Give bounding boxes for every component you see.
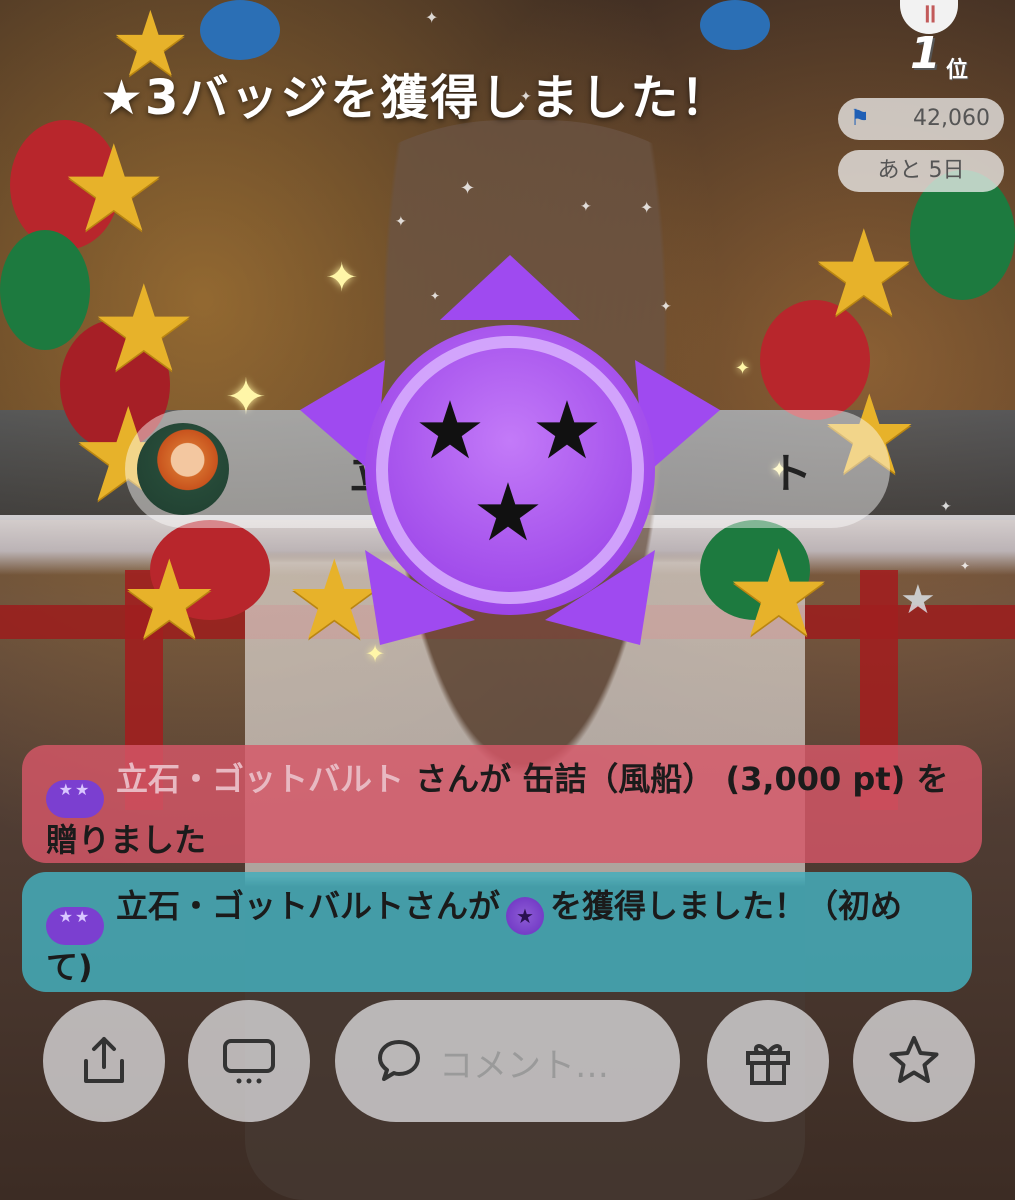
gift-button[interactable] xyxy=(707,1000,829,1122)
badge-star: ★ xyxy=(531,384,603,477)
star-icon xyxy=(889,1036,939,1083)
badge-earned-title: ★3バッジを獲得しました！ xyxy=(100,70,731,126)
gift-icon xyxy=(746,1044,790,1085)
snow-sparkle: ✦ xyxy=(425,8,439,27)
gift-message: ★★ 立石・ゴットバルト さんが 缶詰（風船） (3,000 pt) を贈りました xyxy=(22,745,982,863)
three-star-badge-icon: ★ ★ ★ xyxy=(300,255,720,645)
comment-input[interactable]: コメント… xyxy=(335,1000,680,1122)
purple-badge-icon: ★ xyxy=(506,897,545,935)
share-button[interactable] xyxy=(43,1000,165,1122)
user-badge-icon: ★★ xyxy=(46,780,104,818)
rank-number: 1 xyxy=(910,28,941,79)
balloon-decoration xyxy=(200,0,280,60)
screen-icon xyxy=(223,1039,275,1084)
badge-star: ★ xyxy=(414,384,486,477)
comment-placeholder: コメント… xyxy=(439,1046,609,1086)
star-decoration: ★ xyxy=(90,260,198,399)
comment-bubble-icon xyxy=(378,1040,420,1081)
snow-sparkle: ✦ xyxy=(940,499,952,515)
star-button[interactable] xyxy=(853,1000,975,1122)
points-pill: ⚑ 42,060 xyxy=(838,98,1004,140)
star-decoration: ★ xyxy=(810,205,918,344)
rank-indicator: 1 位 xyxy=(910,28,980,88)
screen-button[interactable] xyxy=(188,1000,310,1122)
share-icon xyxy=(84,1037,124,1083)
message-username[interactable]: 立石・ゴットバルト xyxy=(116,760,404,798)
user-badge-icon: ★★ xyxy=(46,907,104,945)
flag-icon: ⚑ xyxy=(850,106,870,131)
sparkle-icon: ✦ xyxy=(735,358,751,379)
snow-sparkle: ✦ xyxy=(640,198,654,217)
star-decoration: ★ xyxy=(120,536,219,664)
snow-sparkle: ✦ xyxy=(960,559,971,573)
snow-sparkle: ✦ xyxy=(395,214,407,230)
remaining-days-pill: あと 5日 xyxy=(838,150,1004,192)
badge-star: ★ xyxy=(472,466,544,559)
balloon-decoration xyxy=(700,0,770,50)
star-decoration: ★ xyxy=(60,120,168,259)
badge-point xyxy=(440,255,580,320)
points-value: 42,060 xyxy=(913,106,990,131)
snow-sparkle: ✦ xyxy=(580,199,592,215)
message-text-before: 立石・ゴットバルトさんが xyxy=(116,887,501,925)
badge-message: ★★ 立石・ゴットバルトさんが ★ を獲得しました！（初めて) xyxy=(22,872,972,992)
rank-suffix: 位 xyxy=(946,58,969,83)
snow-sparkle: ★ xyxy=(900,577,936,623)
snow-sparkle: ✦ xyxy=(460,178,476,199)
avatar xyxy=(137,423,229,515)
star-decoration: ★ xyxy=(725,525,833,664)
